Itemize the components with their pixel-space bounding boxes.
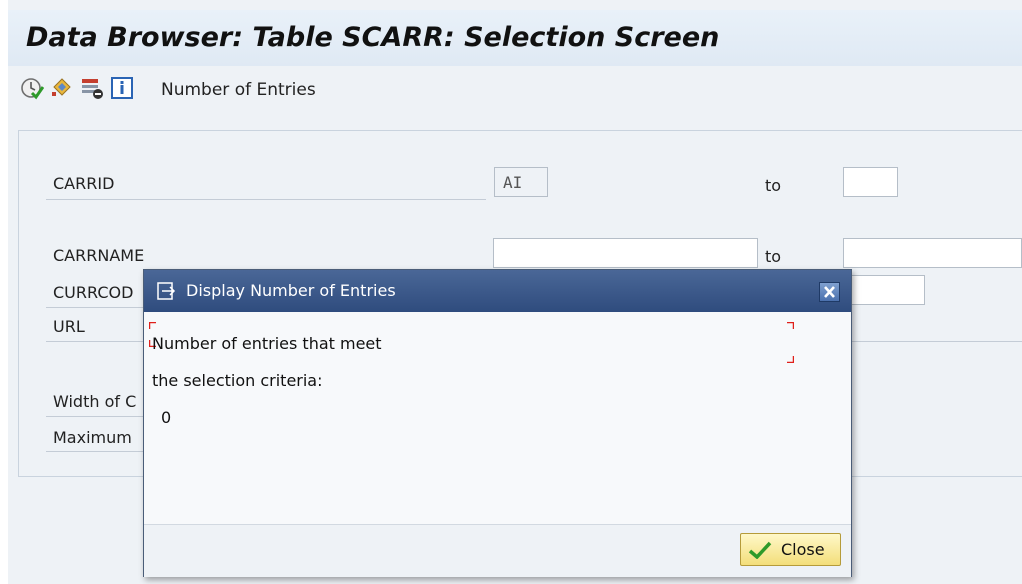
toolbar: Number of Entries xyxy=(8,70,1022,112)
carrid-from-input[interactable]: AI xyxy=(494,167,548,197)
left-border xyxy=(0,0,8,584)
dialog-message-line-2: the selection criteria: xyxy=(152,371,323,390)
title-bar: Data Browser: Table SCARR: Selection Scr… xyxy=(8,10,1022,66)
url-separator-right xyxy=(852,341,1022,342)
carrid-to-label: to xyxy=(765,176,782,195)
width-separator xyxy=(46,416,146,417)
checkmark-icon xyxy=(748,541,772,559)
number-of-entries-dialog: Display Number of Entries Number of entr… xyxy=(143,269,852,577)
number-of-entries-button[interactable]: Number of Entries xyxy=(161,80,316,100)
close-button-label: Close xyxy=(781,540,825,559)
width-label: Width of C xyxy=(53,392,137,411)
close-button[interactable]: Close xyxy=(740,533,841,566)
page-title: Data Browser: Table SCARR: Selection Scr… xyxy=(26,22,720,53)
info-icon[interactable] xyxy=(110,76,134,100)
dialog-message-line-1: Number of entries that meet xyxy=(152,334,382,353)
focus-corner-top-left xyxy=(149,322,156,329)
carrid-label: CARRID xyxy=(53,174,115,193)
carrname-from-input[interactable] xyxy=(493,238,758,268)
focus-corner-top-right xyxy=(787,322,794,329)
maximum-label: Maximum xyxy=(53,428,132,447)
carrid-to-input[interactable] xyxy=(843,167,898,197)
carrname-to-input[interactable] xyxy=(843,238,1022,268)
entries-count-value: 0 xyxy=(161,408,172,427)
carrname-label: CARRNAME xyxy=(53,246,145,265)
delete-selection-icon[interactable] xyxy=(80,76,104,100)
currcode-label: CURRCOD xyxy=(53,283,134,302)
selection-options-icon[interactable] xyxy=(50,76,74,100)
dialog-body: Number of entries that meet the selectio… xyxy=(144,312,851,523)
url-label: URL xyxy=(53,317,85,336)
focus-corner-bottom-right xyxy=(787,356,794,363)
carrid-separator xyxy=(46,199,486,200)
url-separator xyxy=(46,341,146,342)
dialog-footer: Close xyxy=(144,524,851,577)
currcode-separator xyxy=(46,307,146,308)
display-dialog-icon xyxy=(157,282,176,300)
carrname-to-label: to xyxy=(765,247,782,266)
dialog-title: Display Number of Entries xyxy=(186,281,396,300)
execute-icon[interactable] xyxy=(20,76,44,100)
currcode-to-input[interactable] xyxy=(850,275,925,305)
dialog-header: Display Number of Entries xyxy=(144,270,851,312)
dialog-close-icon[interactable] xyxy=(819,282,840,302)
maximum-separator xyxy=(46,451,146,452)
